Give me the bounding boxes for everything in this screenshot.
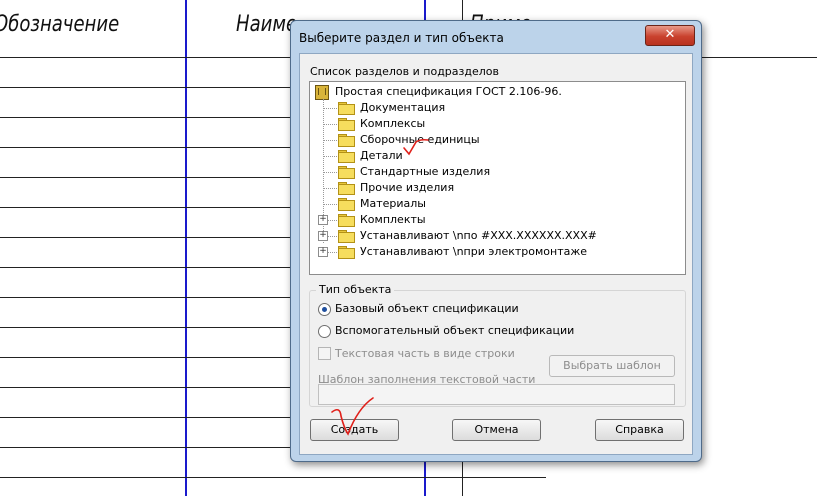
tree-item-label: Прочие изделия: [360, 181, 455, 194]
sheet-row-line: [0, 237, 290, 238]
tree-guide-line: [323, 140, 337, 141]
folder-icon: [338, 246, 355, 259]
dialog-client-area: Список разделов и подразделов Простая сп…: [299, 53, 693, 455]
sheet-row-line: [0, 177, 290, 178]
dialog-title: Выберите раздел и тип объекта: [299, 31, 504, 45]
column-header-designation: Обозначение: [0, 12, 120, 37]
tree-item-label: Сборочные единицы: [360, 133, 480, 146]
sheet-row-line: [0, 447, 290, 448]
close-button[interactable]: ✕: [645, 25, 695, 46]
tree-guide-line: [323, 204, 337, 205]
tree-guide-line: [323, 188, 337, 189]
sheet-row-line: [0, 117, 290, 118]
folder-icon: [338, 198, 355, 211]
text-part-checkbox[interactable]: [318, 347, 331, 360]
expand-icon[interactable]: +: [318, 231, 328, 241]
select-section-dialog: Выберите раздел и тип объекта ✕ Список р…: [290, 20, 702, 462]
sheet-row-line: [0, 417, 290, 418]
tree-item-label: Комплексы: [360, 117, 426, 130]
tree-item-label: Устанавливают \nпо #XXX.XXXXXX.XXX#: [360, 229, 597, 242]
folder-icon: [338, 166, 355, 179]
spec-book-icon: [315, 85, 329, 100]
text-part-label: Текстовая часть в виде строки: [335, 347, 515, 360]
expand-icon[interactable]: +: [318, 215, 328, 225]
column-header-name: Наиме: [236, 12, 298, 37]
sheet-row-line: [0, 387, 290, 388]
tree-item-label: Детали: [360, 149, 403, 162]
dialog-titlebar[interactable]: Выберите раздел и тип объекта ✕: [291, 21, 701, 53]
sheet-row-line: [0, 327, 290, 328]
base-object-radio[interactable]: [318, 303, 331, 316]
help-button[interactable]: Справка: [595, 419, 684, 441]
tree-item-label: Материалы: [360, 197, 426, 210]
choose-template-button[interactable]: Выбрать шаблон: [549, 355, 675, 377]
aux-object-radio[interactable]: [318, 325, 331, 338]
base-object-label: Базовый объект спецификации: [335, 302, 519, 315]
tree-guide-line: [323, 172, 337, 173]
tree-label: Список разделов и подразделов: [310, 65, 499, 78]
tree-item-label: Комплекты: [360, 213, 426, 226]
folder-icon: [338, 214, 355, 227]
tree-guide-line: [323, 124, 337, 125]
folder-icon: [338, 182, 355, 195]
sheet-row-line: [0, 207, 290, 208]
template-input[interactable]: [318, 384, 675, 405]
sheet-blue-line-1: [185, 0, 187, 496]
folder-icon: [338, 118, 355, 131]
tree-guide-line: [323, 156, 337, 157]
sheet-row-line: [0, 357, 290, 358]
tree-item-label: Устанавливают \nпри электромонтаже: [360, 245, 588, 258]
folder-icon: [338, 102, 355, 115]
sheet-row-line: [0, 147, 290, 148]
tree-item-label: Документация: [360, 101, 446, 114]
create-button[interactable]: Создать: [310, 419, 399, 441]
tree-root-label: Простая спецификация ГОСТ 2.106-96.: [335, 85, 562, 98]
sheet-row-line: [0, 87, 290, 88]
aux-object-label: Вспомогательный объект спецификации: [335, 324, 575, 337]
expand-icon[interactable]: +: [318, 247, 328, 257]
object-type-title: Тип объекта: [316, 283, 395, 296]
folder-icon: [338, 230, 355, 243]
folder-icon: [338, 134, 355, 147]
tree-guide-line: [328, 236, 337, 237]
tree-guide-line: [328, 220, 337, 221]
sheet-row-line: [0, 297, 290, 298]
section-tree[interactable]: Простая спецификация ГОСТ 2.106-96. Доку…: [309, 81, 686, 275]
tree-item-label: Стандартные изделия: [360, 165, 491, 178]
sheet-row-line: [0, 477, 546, 478]
cancel-button[interactable]: Отмена: [452, 419, 541, 441]
close-icon: ✕: [664, 27, 676, 42]
tree-guide-line: [323, 108, 337, 109]
tree-guide-line: [328, 252, 337, 253]
folder-icon: [338, 150, 355, 163]
sheet-row-line: [0, 267, 290, 268]
